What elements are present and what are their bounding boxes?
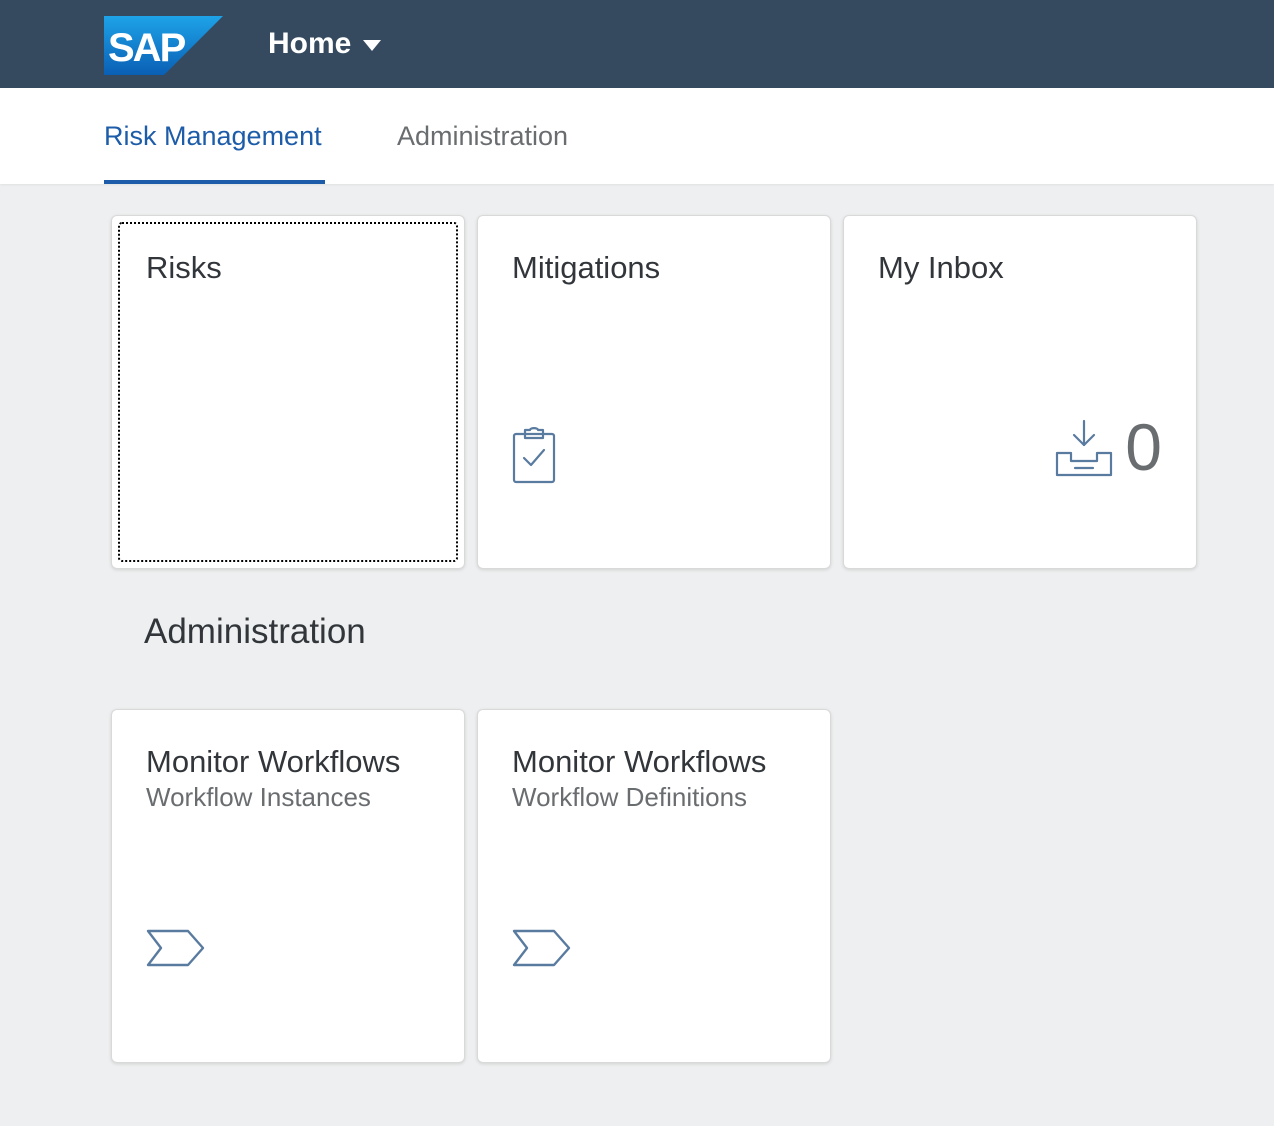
tile-risks[interactable]: Risks xyxy=(111,215,465,569)
home-title: Home xyxy=(268,27,352,60)
tile-title: Mitigations xyxy=(512,250,661,285)
tile-my-inbox[interactable]: My Inbox 0 xyxy=(843,215,1197,569)
process-chevron-icon xyxy=(146,928,206,968)
group-title-administration: Administration xyxy=(144,612,366,651)
tile-mitigations[interactable]: Mitigations xyxy=(477,215,831,569)
chevron-down-icon xyxy=(363,40,382,51)
home-menu-button[interactable]: Home xyxy=(268,22,382,66)
tab-label: Risk Management xyxy=(104,120,322,151)
tile-monitor-workflow-definitions[interactable]: Monitor Workflows Workflow Definitions xyxy=(477,709,831,1063)
tab-risk-management[interactable]: Risk Management xyxy=(104,88,325,184)
tile-title: Risks xyxy=(146,250,222,285)
tile-monitor-workflow-instances[interactable]: Monitor Workflows Workflow Instances xyxy=(111,709,465,1063)
tile-title: Monitor Workflows xyxy=(146,744,401,779)
inbox-download-icon xyxy=(1055,419,1113,477)
tab-administration[interactable]: Administration xyxy=(397,88,568,184)
tile-subtitle: Workflow Definitions xyxy=(512,782,748,812)
inbox-count: 0 xyxy=(1125,410,1162,484)
shell-header: SAP Home xyxy=(0,0,1274,88)
tab-bar: Risk Management Administration xyxy=(0,88,1274,184)
process-chevron-icon xyxy=(512,928,572,968)
clipboard-check-icon xyxy=(512,426,556,484)
tab-label: Administration xyxy=(397,120,569,151)
sap-logo-text: SAP xyxy=(108,26,186,70)
sap-logo[interactable]: SAP xyxy=(104,16,223,75)
tile-title: Monitor Workflows xyxy=(512,744,767,779)
tile-title: My Inbox xyxy=(878,250,1004,285)
tile-subtitle: Workflow Instances xyxy=(146,782,371,812)
